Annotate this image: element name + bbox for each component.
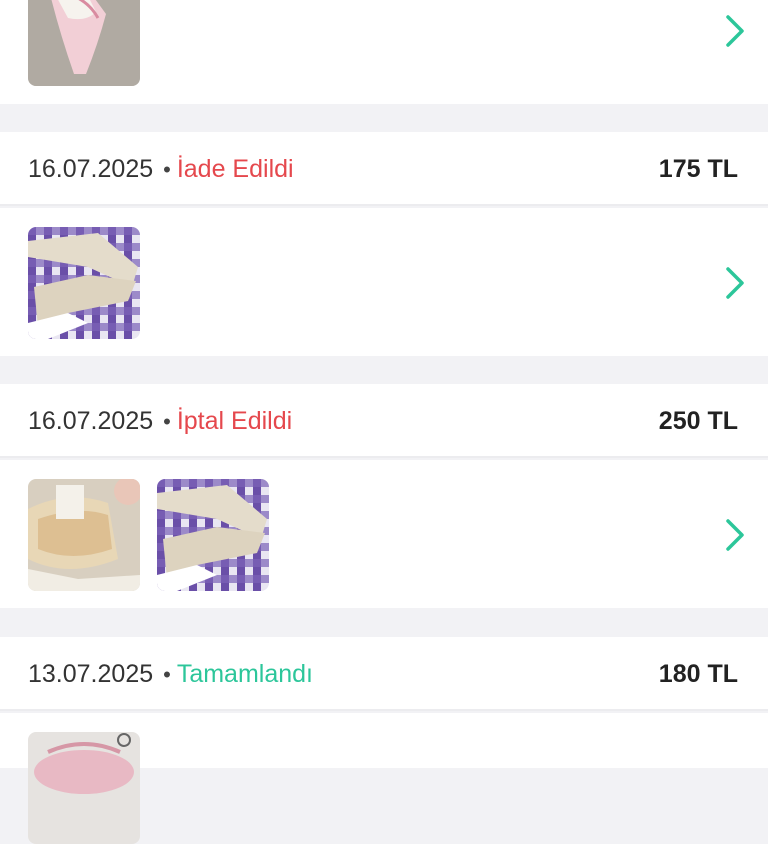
order-price: 250 TL: [658, 407, 738, 435]
order-items-row[interactable]: [0, 713, 768, 844]
order-items-row[interactable]: [0, 460, 768, 608]
product-thumbnail: [157, 479, 269, 591]
chevron-right-icon: [726, 15, 744, 47]
product-thumbnail: [28, 732, 140, 844]
product-thumbnail: [28, 227, 140, 339]
order-status: İptal Edildi: [176, 407, 293, 435]
product-thumbnail: [28, 479, 140, 591]
order-date: 16.07.2025: [28, 407, 154, 435]
chevron-right-icon: [726, 267, 744, 299]
order-price: 175 TL: [658, 155, 738, 183]
order-date: 16.07.2025: [28, 155, 154, 183]
order-status: Tamamlandı: [176, 660, 313, 688]
product-thumbnail: [28, 0, 140, 86]
order-header[interactable]: 13.07.2025 • Tamamlandı 180 TL: [0, 637, 768, 711]
separator-dot: •: [163, 662, 171, 687]
separator-dot: •: [163, 157, 171, 182]
order-price: 180 TL: [658, 660, 738, 688]
order-header[interactable]: 16.07.2025 • İptal Edildi 250 TL: [0, 384, 768, 458]
order-date: 13.07.2025: [28, 660, 154, 688]
order-header[interactable]: 16.07.2025 • İade Edildi 175 TL: [0, 132, 768, 206]
order-items-row[interactable]: [0, 0, 768, 104]
chevron-right-icon: [726, 519, 744, 551]
separator-dot: •: [163, 409, 171, 434]
order-status: İade Edildi: [176, 155, 294, 183]
order-items-row[interactable]: [0, 208, 768, 356]
